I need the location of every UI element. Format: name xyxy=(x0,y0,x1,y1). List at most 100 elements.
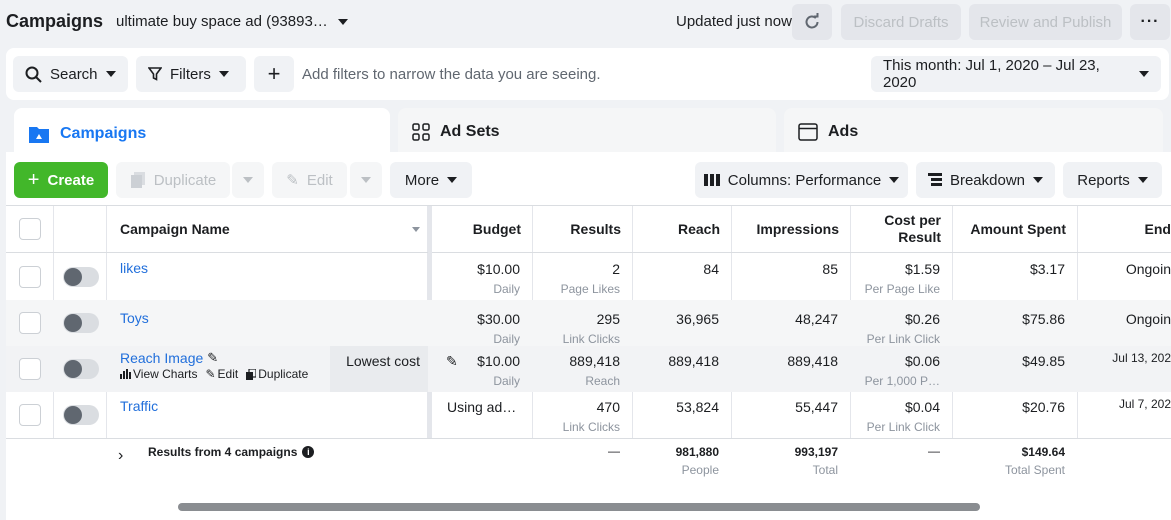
reach-value: 84 xyxy=(703,261,719,277)
header-amount-spent[interactable]: Amount Spent xyxy=(953,206,1078,253)
header-label: Campaign Name xyxy=(120,221,230,237)
view-charts-link[interactable]: View Charts xyxy=(120,367,197,381)
row-checkbox[interactable] xyxy=(19,312,41,334)
header-campaign-name[interactable]: Campaign Name xyxy=(107,206,428,253)
row-checkbox[interactable] xyxy=(19,358,41,380)
header-budget[interactable]: Budget xyxy=(432,206,533,253)
campaign-name-link[interactable]: Reach Image xyxy=(120,350,203,366)
spent-value: $49.85 xyxy=(1022,353,1065,369)
duplicate-link[interactable]: Duplicate xyxy=(246,367,308,381)
campaigns-panel: + Create Duplicate ✎ Edit More Columns: … xyxy=(6,152,1171,520)
duplicate-dropdown[interactable] xyxy=(232,162,264,198)
table-row[interactable]: Traffic Using ad… 470 Link Clicks 53,824… xyxy=(6,392,1171,438)
search-button[interactable]: Search xyxy=(13,56,128,92)
summary-reach-sub: People xyxy=(681,463,719,477)
cpr-value: $0.04 xyxy=(904,399,940,415)
caret-down-icon xyxy=(447,177,458,183)
summary-spent: $149.64 xyxy=(1021,445,1065,459)
review-publish-button[interactable]: Review and Publish xyxy=(969,4,1122,40)
caret-down-icon xyxy=(105,71,116,77)
header-cost-per-result[interactable]: Cost per Result xyxy=(851,206,953,253)
campaign-toggle[interactable] xyxy=(63,359,99,379)
create-button[interactable]: + Create xyxy=(14,162,108,198)
columns-label: Columns: Performance xyxy=(727,171,882,189)
cpr-value: $0.06 xyxy=(904,353,940,369)
toggle-knob xyxy=(64,314,82,332)
columns-button[interactable]: Columns: Performance xyxy=(695,162,908,198)
campaign-toggle[interactable] xyxy=(63,267,99,287)
table-row[interactable]: Reach Image ✎ View Charts ✎ Edit Duplica… xyxy=(6,346,1171,392)
spent-value: $3.17 xyxy=(1029,261,1065,277)
account-selector[interactable]: ultimate buy space ad (93893… xyxy=(116,13,348,30)
campaign-name-link[interactable]: Toys xyxy=(120,310,149,326)
row-checkbox[interactable] xyxy=(19,266,41,288)
refresh-button[interactable] xyxy=(792,4,832,40)
ends-value: Ongoin xyxy=(1125,261,1171,277)
expand-chevron-icon[interactable]: › xyxy=(118,447,123,465)
cpr-type: Per Link Click xyxy=(866,420,940,434)
add-filter-button[interactable]: + xyxy=(254,56,294,92)
select-all-checkbox[interactable] xyxy=(19,218,41,240)
tab-ad-sets[interactable]: Ad Sets xyxy=(398,108,776,156)
results-value: 889,418 xyxy=(569,353,620,369)
discard-drafts-button[interactable]: Discard Drafts xyxy=(841,4,961,40)
edit-button[interactable]: ✎ Edit xyxy=(272,162,347,198)
toggle-knob xyxy=(64,406,82,424)
budget-value: $10.00 xyxy=(477,261,520,277)
campaign-name-link[interactable]: likes xyxy=(120,260,148,276)
campaign-toggle[interactable] xyxy=(63,405,99,425)
campaign-name-link[interactable]: Traffic xyxy=(120,398,158,414)
edit-label: Edit xyxy=(217,367,239,381)
info-icon[interactable]: i xyxy=(302,446,315,458)
header-label: Cost per xyxy=(884,212,941,228)
toggle-knob xyxy=(64,268,82,286)
duplicate-label: Duplicate xyxy=(153,171,217,189)
refresh-icon xyxy=(805,13,819,29)
reports-label: Reports xyxy=(1077,171,1130,189)
grid-icon xyxy=(412,123,430,141)
table-row[interactable]: likes $10.00 Daily 2 Page Likes 84 85 $1… xyxy=(6,254,1171,300)
sort-icon[interactable] xyxy=(412,226,420,232)
summary-cpr: — xyxy=(928,444,940,458)
results-value: 470 xyxy=(596,399,620,415)
spent-value: $75.86 xyxy=(1022,311,1065,327)
more-button[interactable]: More xyxy=(390,162,472,198)
date-range-picker[interactable]: This month: Jul 1, 2020 – Jul 23, 2020 xyxy=(871,56,1161,92)
header-reach[interactable]: Reach xyxy=(633,206,732,253)
breakdown-icon xyxy=(927,173,942,186)
bar-chart-icon xyxy=(120,369,131,379)
campaign-name-cell: Reach Image ✎ xyxy=(120,350,218,366)
budget-type: Daily xyxy=(493,332,520,346)
tab-label: Ad Sets xyxy=(440,123,500,140)
tab-label: Campaigns xyxy=(60,125,147,142)
header-impressions[interactable]: Impressions xyxy=(732,206,851,253)
reach-value: 36,965 xyxy=(676,311,719,327)
edit-link[interactable]: ✎ Edit xyxy=(205,367,238,381)
spent-value: $20.76 xyxy=(1022,399,1065,415)
caret-down-icon xyxy=(889,177,900,183)
filters-button[interactable]: Filters xyxy=(136,56,246,92)
pencil-icon[interactable]: ✎ xyxy=(207,350,218,366)
table-row[interactable]: Toys $30.00 Daily 295 Link Clicks 36,965… xyxy=(6,300,1171,346)
breakdown-button[interactable]: Breakdown xyxy=(916,162,1055,198)
duplicate-button[interactable]: Duplicate xyxy=(116,162,230,198)
summary-impressions: 993,197 xyxy=(794,445,838,459)
search-icon xyxy=(25,66,42,83)
reports-button[interactable]: Reports xyxy=(1063,162,1162,198)
header-results[interactable]: Results xyxy=(533,206,633,253)
header-ends[interactable]: End xyxy=(1078,206,1171,253)
columns-icon xyxy=(703,174,720,186)
create-label: Create xyxy=(47,171,95,189)
tab-ads[interactable]: Ads xyxy=(784,108,1163,156)
filter-search-input[interactable]: Add filters to narrow the data you are s… xyxy=(302,66,601,83)
results-type: Reach xyxy=(585,374,620,388)
row-checkbox[interactable] xyxy=(19,404,41,426)
reach-value: 53,824 xyxy=(676,399,719,415)
duplicate-icon xyxy=(130,172,145,188)
horizontal-scrollbar[interactable] xyxy=(178,503,980,511)
caret-down-icon xyxy=(243,177,253,183)
summary-impressions-sub: Total xyxy=(812,463,838,477)
more-options-button[interactable]: ··· xyxy=(1130,4,1170,40)
campaign-toggle[interactable] xyxy=(63,313,99,333)
edit-dropdown[interactable] xyxy=(350,162,382,198)
